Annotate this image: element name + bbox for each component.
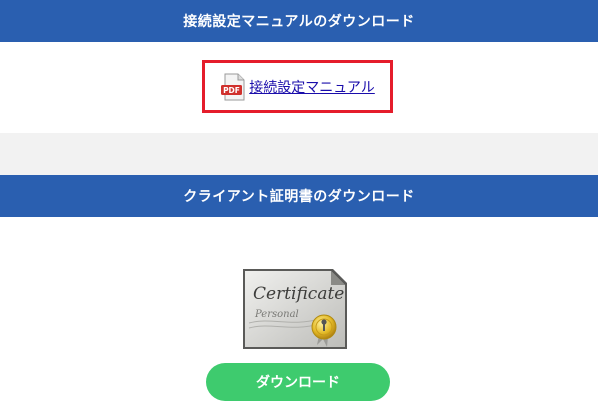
pdf-icon-text: PDF (223, 86, 240, 95)
manual-section-title: 接続設定マニュアルのダウンロード (183, 14, 415, 30)
certificate-image-subtitle: Personal (254, 309, 299, 320)
pdf-icon: PDF (220, 73, 246, 101)
manual-highlight-box: PDF 接続設定マニュアル (202, 60, 393, 113)
manual-pdf-link[interactable]: PDF 接続設定マニュアル (220, 73, 375, 101)
section-divider (0, 133, 598, 175)
manual-link-label[interactable]: 接続設定マニュアル (249, 77, 375, 97)
certificate-image-title: Certificate (253, 284, 344, 304)
download-button-label: ダウンロード (256, 375, 340, 391)
certificate-section-title: クライアント証明書のダウンロード (183, 189, 415, 205)
certificate-section-header: クライアント証明書のダウンロード (0, 175, 598, 217)
download-page: 接続設定マニュアルのダウンロード PDF 接続設定マニュアル クライアント証明書… (0, 0, 598, 419)
manual-section-header: 接続設定マニュアルのダウンロード (0, 0, 598, 42)
certificate-download-button[interactable]: ダウンロード (206, 363, 390, 401)
certificate-icon: Certificate Personal (241, 265, 349, 351)
